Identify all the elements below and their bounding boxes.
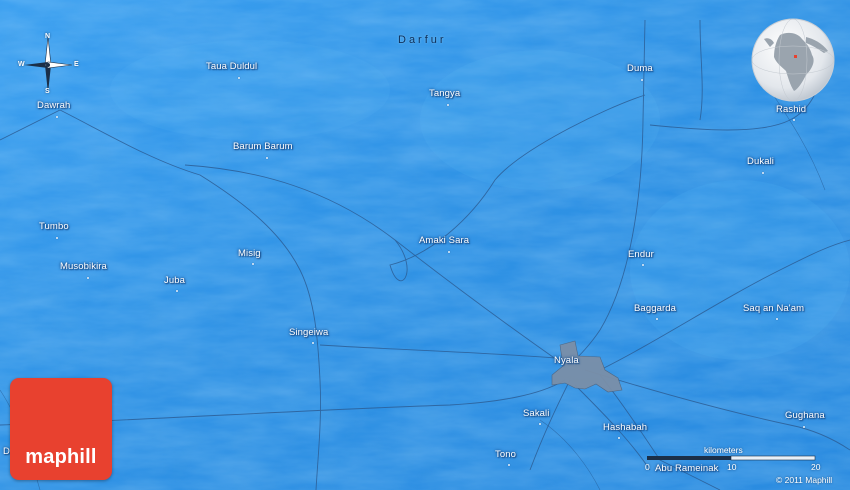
place-label[interactable]: Tangya <box>429 88 460 99</box>
place-label[interactable]: Amaki Sara <box>419 235 469 246</box>
place-marker <box>656 318 658 320</box>
place-marker <box>803 426 805 428</box>
compass-rose: N S E W <box>14 30 80 100</box>
place-marker <box>618 437 620 439</box>
place-label[interactable]: Taua Duldul <box>206 61 257 72</box>
place-marker <box>176 290 178 292</box>
place-label[interactable]: Gughana <box>785 410 825 421</box>
place-marker <box>312 342 314 344</box>
place-label[interactable]: Misig <box>238 248 261 259</box>
scale-ruler <box>647 455 816 461</box>
place-marker <box>762 172 764 174</box>
scale-tick-0: 0 <box>645 462 650 472</box>
scale-unit-label: kilometers <box>704 445 743 455</box>
place-label[interactable]: Tono <box>495 449 516 460</box>
region-label: Darfur <box>398 34 447 46</box>
place-marker <box>642 264 644 266</box>
place-label[interactable]: Dawrah <box>37 100 70 111</box>
place-marker <box>56 237 58 239</box>
place-label[interactable]: Tumbo <box>39 221 69 232</box>
compass-south-label: S <box>45 88 50 95</box>
place-label[interactable]: Saq an Na'am <box>743 303 804 314</box>
place-marker <box>87 277 89 279</box>
place-label[interactable]: Nyala <box>554 355 579 366</box>
place-label[interactable]: Juba <box>164 275 185 286</box>
place-label[interactable]: D <box>3 446 10 457</box>
place-label[interactable]: Barum Barum <box>233 141 293 152</box>
place-marker <box>56 116 58 118</box>
place-label[interactable]: Rashid <box>776 104 806 115</box>
place-label[interactable]: Hashabah <box>603 422 647 433</box>
copyright-notice: © 2011 Maphill <box>776 475 833 485</box>
scale-tick-10: 10 <box>727 462 737 472</box>
place-marker <box>238 77 240 79</box>
place-label[interactable]: Dukali <box>747 156 774 167</box>
compass-west-label: W <box>18 61 25 68</box>
place-label[interactable]: Sakali <box>523 408 549 419</box>
place-marker <box>539 423 541 425</box>
place-label[interactable]: Duma <box>627 63 653 74</box>
compass-north-label: N <box>45 33 51 40</box>
place-marker <box>447 104 449 106</box>
locator-globe-icon <box>751 18 835 102</box>
scale-tick-20: 20 <box>811 462 821 472</box>
place-label[interactable]: Endur <box>628 249 654 260</box>
place-label[interactable]: Musobikira <box>60 261 107 272</box>
place-marker <box>448 251 450 253</box>
place-marker <box>252 263 254 265</box>
scale-bar: kilometers 0 10 20 <box>645 445 827 475</box>
place-label[interactable]: Baggarda <box>634 303 676 314</box>
place-marker <box>793 119 795 121</box>
place-marker <box>508 464 510 466</box>
logo-text: maphill <box>25 446 97 468</box>
map-canvas[interactable]: Darfur N S E W Taua Duldul Dawrah Tangya… <box>0 0 850 490</box>
place-marker <box>266 157 268 159</box>
place-marker <box>776 318 778 320</box>
place-label[interactable]: Singeiwa <box>289 327 328 338</box>
maphill-logo[interactable]: maphill <box>10 378 112 480</box>
compass-east-label: E <box>74 61 79 68</box>
place-marker <box>641 79 643 81</box>
